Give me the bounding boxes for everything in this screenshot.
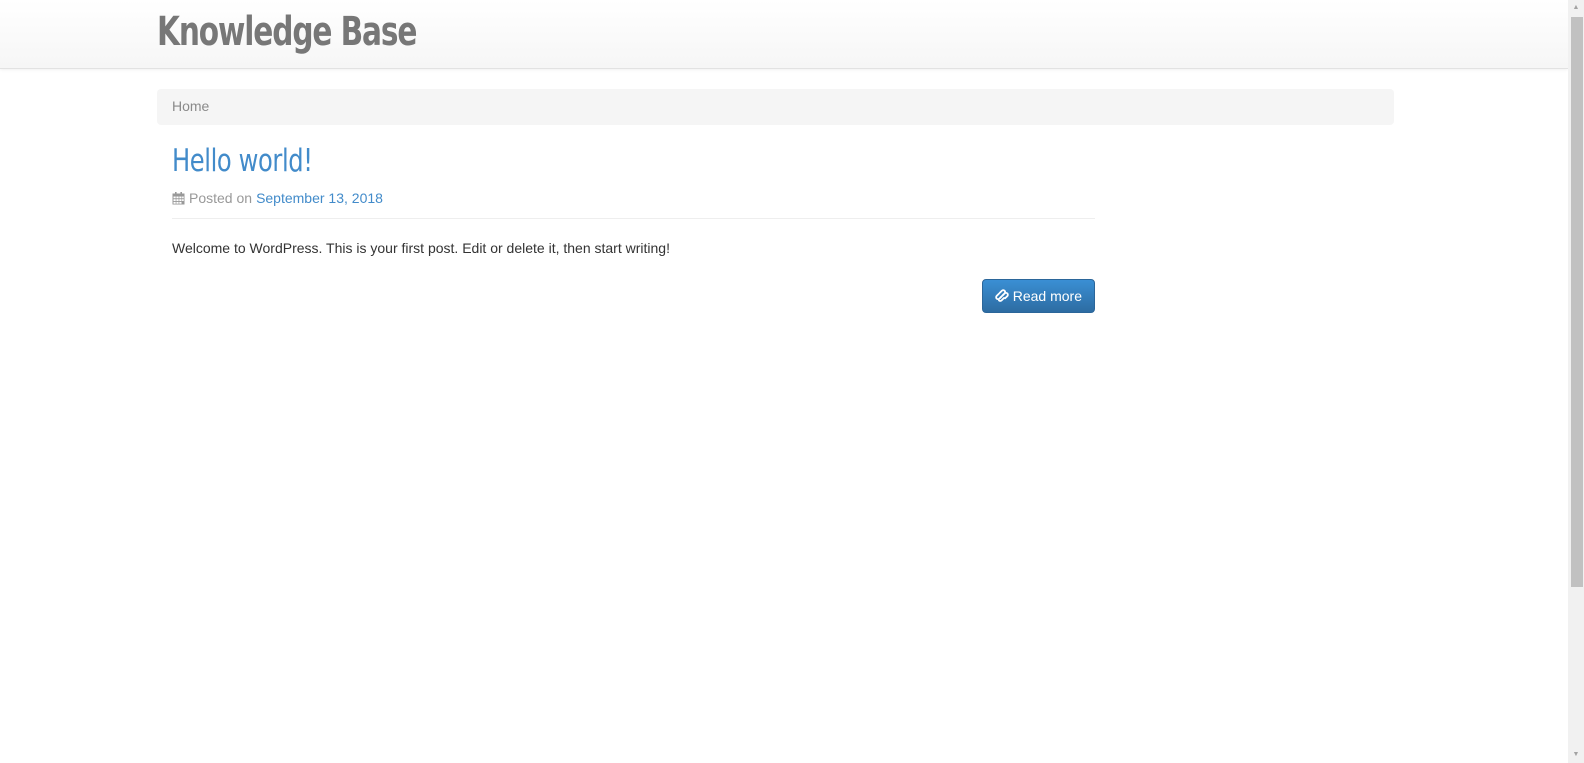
post-excerpt: Welcome to WordPress. This is your first… (172, 240, 670, 256)
site-title[interactable]: Knowledge Base (157, 3, 417, 61)
read-more-label: Read more (1012, 288, 1082, 304)
scrollbar-thumb[interactable] (1571, 17, 1583, 587)
breadcrumb-home[interactable]: Home (172, 98, 209, 114)
post-article: Hello world! Posted on September 13, 201… (172, 140, 1095, 313)
breadcrumb: Home (157, 89, 1394, 125)
vertical-scrollbar[interactable]: ▲ ▼ (1568, 0, 1584, 763)
link-icon (995, 289, 1009, 302)
scroll-down-arrow-icon[interactable]: ▼ (1568, 747, 1584, 763)
scroll-up-arrow-icon[interactable]: ▲ (1568, 0, 1584, 16)
post-divider (172, 218, 1095, 219)
page: Knowledge Base Home Hello world! Posted … (0, 0, 1568, 763)
read-more-button[interactable]: Read more (981, 279, 1095, 313)
post-date-link[interactable]: September 13, 2018 (256, 188, 383, 208)
posted-on-label: Posted on (189, 190, 253, 206)
post-meta: Posted on September 13, 2018 (172, 188, 1095, 208)
site-header: Knowledge Base (0, 0, 1568, 69)
post-title[interactable]: Hello world! (172, 140, 892, 182)
read-more-container: Read more (172, 279, 1095, 313)
calendar-icon (172, 191, 185, 204)
